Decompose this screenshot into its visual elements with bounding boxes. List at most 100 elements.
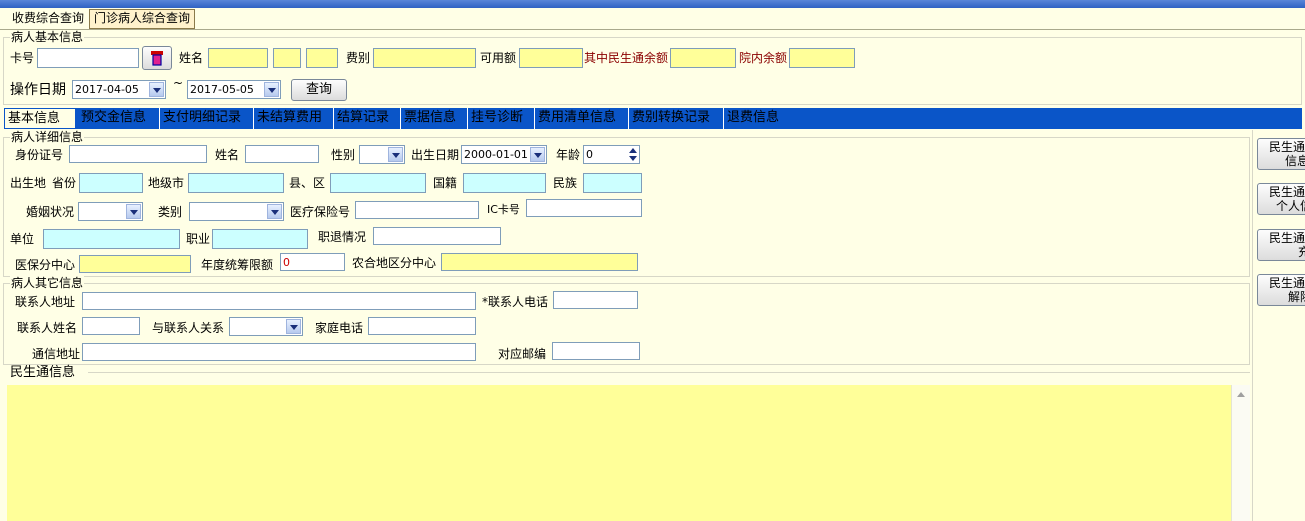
unit-input[interactable]: [43, 229, 180, 249]
title-bar: [0, 0, 1305, 8]
contact-phone-input[interactable]: [553, 291, 638, 309]
id-number-input[interactable]: [69, 145, 207, 163]
msn-recharge-button-line1: 民生通: [1268, 231, 1305, 245]
contact-name-input[interactable]: [82, 317, 140, 335]
job-input[interactable]: [212, 229, 308, 249]
msn-info-textarea[interactable]: [7, 385, 1231, 521]
tab-refund-info[interactable]: 退费信息: [724, 108, 788, 129]
rural-center-label: 农合地区分中心: [352, 256, 437, 270]
zip-input[interactable]: [552, 342, 640, 360]
retire-label: 职退情况: [318, 230, 367, 244]
marital-select[interactable]: [78, 202, 143, 221]
chevron-down-icon[interactable]: [267, 204, 282, 219]
rural-center-input[interactable]: [441, 253, 638, 271]
insure-center-input[interactable]: [79, 255, 191, 273]
fee-type-input[interactable]: [373, 48, 476, 68]
main-tab-outpatient-query[interactable]: 门诊病人综合查询: [89, 9, 196, 29]
name-extra-input-1[interactable]: [273, 48, 301, 68]
contact-phone-label: *联系人电话: [482, 295, 549, 309]
msn-recharge-button-line2: 充: [1258, 245, 1305, 259]
msn-unbind-button[interactable]: 民生通 解除: [1257, 274, 1305, 306]
available-input[interactable]: [519, 48, 583, 68]
contact-name-label: 联系人姓名: [17, 321, 78, 335]
province-input[interactable]: [79, 173, 143, 193]
birthplace-label: 出生地: [10, 176, 47, 190]
tab-fee-type-change[interactable]: 费别转换记录: [629, 108, 724, 129]
zip-label: 对应邮编: [498, 347, 547, 361]
relation-select[interactable]: [229, 317, 303, 336]
chevron-down-icon[interactable]: [286, 319, 301, 334]
read-card-button[interactable]: [142, 46, 172, 70]
ethnicity-input[interactable]: [583, 173, 642, 193]
birth-date-value: 2000-01-01: [464, 148, 528, 161]
date-separator: ~: [173, 76, 184, 90]
tab-registration-diagnosis[interactable]: 挂号诊断: [468, 108, 535, 129]
city-label: 地级市: [148, 176, 185, 190]
gender-select[interactable]: [359, 145, 405, 164]
category-select[interactable]: [189, 202, 284, 221]
card-reader-icon: [151, 51, 163, 66]
msn-group-line: [88, 372, 1250, 373]
op-date-label: 操作日期: [10, 82, 66, 98]
tab-deposit-info[interactable]: 预交金信息: [78, 108, 160, 129]
msn-info-button-line1: 民生通: [1268, 140, 1305, 154]
spin-down-icon[interactable]: [629, 156, 637, 161]
contact-addr-input[interactable]: [82, 292, 476, 310]
scroll-up-icon[interactable]: [1237, 392, 1245, 397]
chevron-down-icon[interactable]: [388, 147, 403, 162]
ethnicity-label: 民族: [553, 176, 578, 190]
query-button[interactable]: 查询: [291, 79, 347, 101]
hospital-balance-input[interactable]: [789, 48, 855, 68]
date-to-picker[interactable]: 2017-05-05: [187, 80, 281, 99]
msn-scrollbar[interactable]: [1231, 385, 1250, 521]
unit-label: 单位: [10, 232, 35, 246]
ic-card-input[interactable]: [526, 199, 642, 217]
main-tab-fee-query[interactable]: 收费综合查询: [8, 10, 88, 29]
chevron-down-icon[interactable]: [126, 204, 141, 219]
retire-input[interactable]: [373, 227, 501, 245]
tab-fee-list[interactable]: 费用清单信息: [535, 108, 629, 129]
nationality-input[interactable]: [463, 173, 546, 193]
job-label: 职业: [186, 232, 211, 246]
card-number-input[interactable]: [37, 48, 139, 68]
main-tab-strip: [0, 8, 1305, 30]
mail-addr-input[interactable]: [82, 343, 476, 361]
chevron-down-icon[interactable]: [149, 82, 164, 97]
tab-payment-detail[interactable]: 支付明细记录: [160, 108, 254, 129]
tab-receipt-info[interactable]: 票据信息: [401, 108, 468, 129]
detail-name-input[interactable]: [245, 145, 319, 163]
chevron-down-icon[interactable]: [530, 147, 545, 162]
tab-settlement-records[interactable]: 结算记录: [334, 108, 401, 129]
birth-date-picker[interactable]: 2000-01-01: [461, 145, 547, 164]
fee-type-label: 费别: [346, 51, 371, 65]
msn-balance-input[interactable]: [670, 48, 736, 68]
age-stepper[interactable]: 0: [583, 145, 640, 164]
city-input[interactable]: [188, 173, 284, 193]
county-input[interactable]: [330, 173, 426, 193]
card-label: 卡号: [10, 51, 35, 65]
county-label: 县、区: [289, 176, 326, 190]
name-extra-input-2[interactable]: [306, 48, 338, 68]
gender-label: 性别: [331, 148, 356, 162]
date-from-picker[interactable]: 2017-04-05: [72, 80, 166, 99]
msn-balance-label: 其中民生通余额: [584, 51, 669, 65]
msn-unbind-button-line2: 解除: [1287, 290, 1305, 304]
annual-limit-label: 年度统筹限额: [201, 258, 274, 272]
tab-basic-info[interactable]: 基本信息: [4, 108, 76, 129]
annual-limit-input[interactable]: [280, 253, 345, 271]
available-label: 可用额: [480, 51, 517, 65]
category-label: 类别: [158, 205, 183, 219]
spin-up-icon[interactable]: [629, 148, 637, 153]
insurance-no-input[interactable]: [355, 201, 479, 219]
insure-center-label: 医保分中心: [15, 258, 76, 272]
tab-unsettled-fees[interactable]: 未结算费用: [254, 108, 334, 129]
msn-personal-button-line1: 民生通: [1268, 185, 1305, 199]
chevron-down-icon[interactable]: [264, 82, 279, 97]
insurance-no-label: 医疗保险号: [290, 205, 351, 219]
name-input[interactable]: [208, 48, 268, 68]
home-phone-input[interactable]: [368, 317, 476, 335]
msn-info-button[interactable]: 民生通 信息: [1257, 138, 1305, 170]
msn-personal-button[interactable]: 民生通 个人信: [1257, 183, 1305, 215]
msn-recharge-button[interactable]: 民生通 充: [1257, 229, 1305, 261]
detail-name-label: 姓名: [215, 148, 240, 162]
